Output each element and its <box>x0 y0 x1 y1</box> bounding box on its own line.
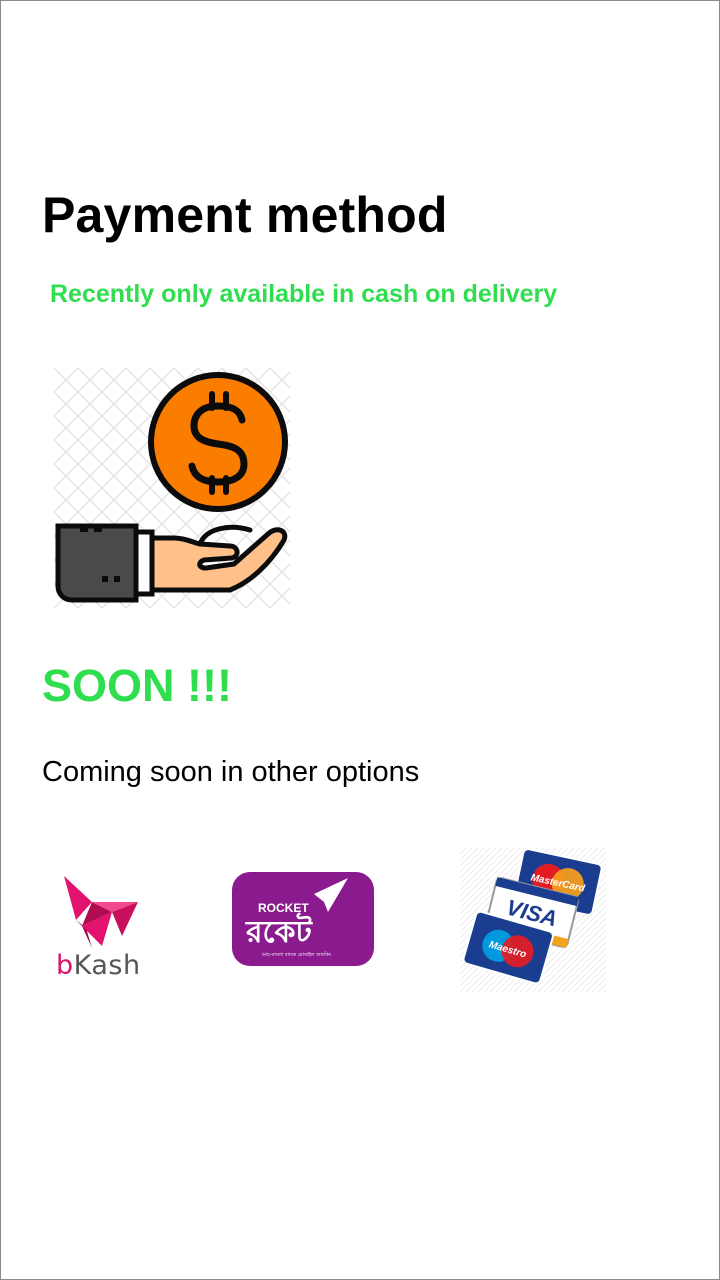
hand-with-dollar-coin-icon <box>54 368 290 608</box>
svg-text:ROCKET: ROCKET <box>258 901 309 915</box>
bkash-wordmark: bKash <box>56 950 141 981</box>
cod-notice: Recently only available in cash on deliv… <box>50 280 558 308</box>
bkash-bird-icon <box>64 876 138 948</box>
rocket-logo: ROCKET রকেট ডাচ-বাংলা ব্যাংক মোবাইল ব্যা… <box>232 872 374 966</box>
soon-heading: SOON !!! <box>42 660 232 711</box>
bkash-logo: bKash <box>52 868 148 984</box>
svg-text:রকেট: রকেট <box>245 912 314 950</box>
credit-cards-logo: MasterCard VISA Maestro <box>460 848 606 992</box>
page-title: Payment method <box>42 187 448 243</box>
svg-text:ডাচ-বাংলা ব্যাংক মোবাইল ব্যাংক: ডাচ-বাংলা ব্যাংক মোবাইল ব্যাংকিং <box>261 952 331 958</box>
coming-soon-text: Coming soon in other options <box>42 756 420 788</box>
